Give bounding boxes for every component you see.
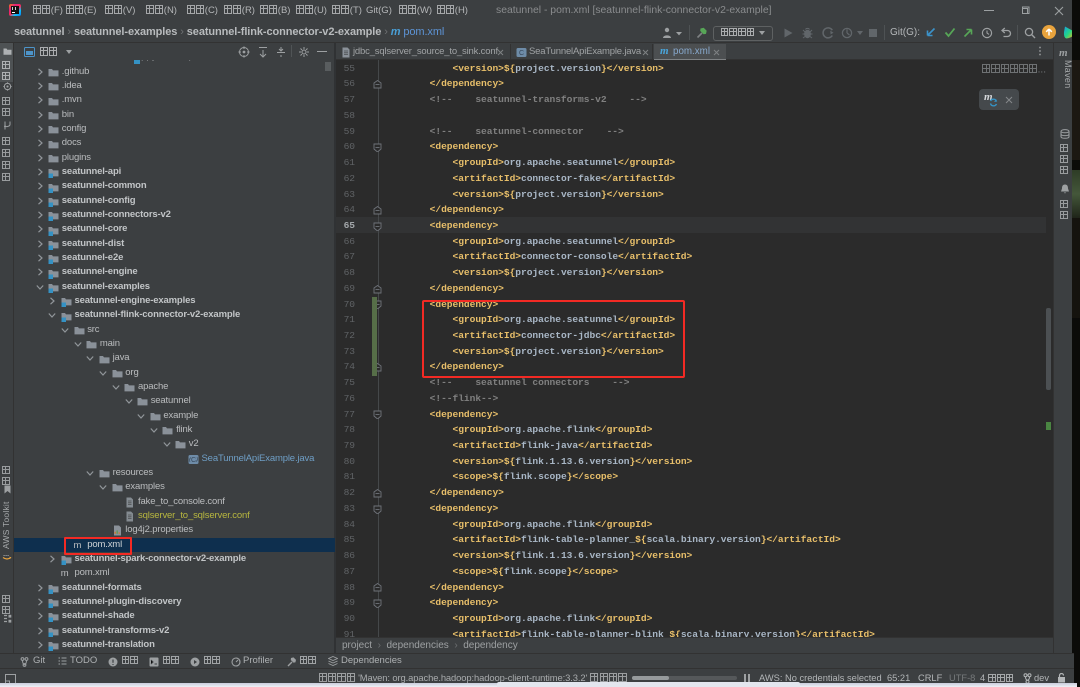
svg-text:C: C — [191, 457, 196, 464]
svg-text:C: C — [519, 50, 524, 57]
